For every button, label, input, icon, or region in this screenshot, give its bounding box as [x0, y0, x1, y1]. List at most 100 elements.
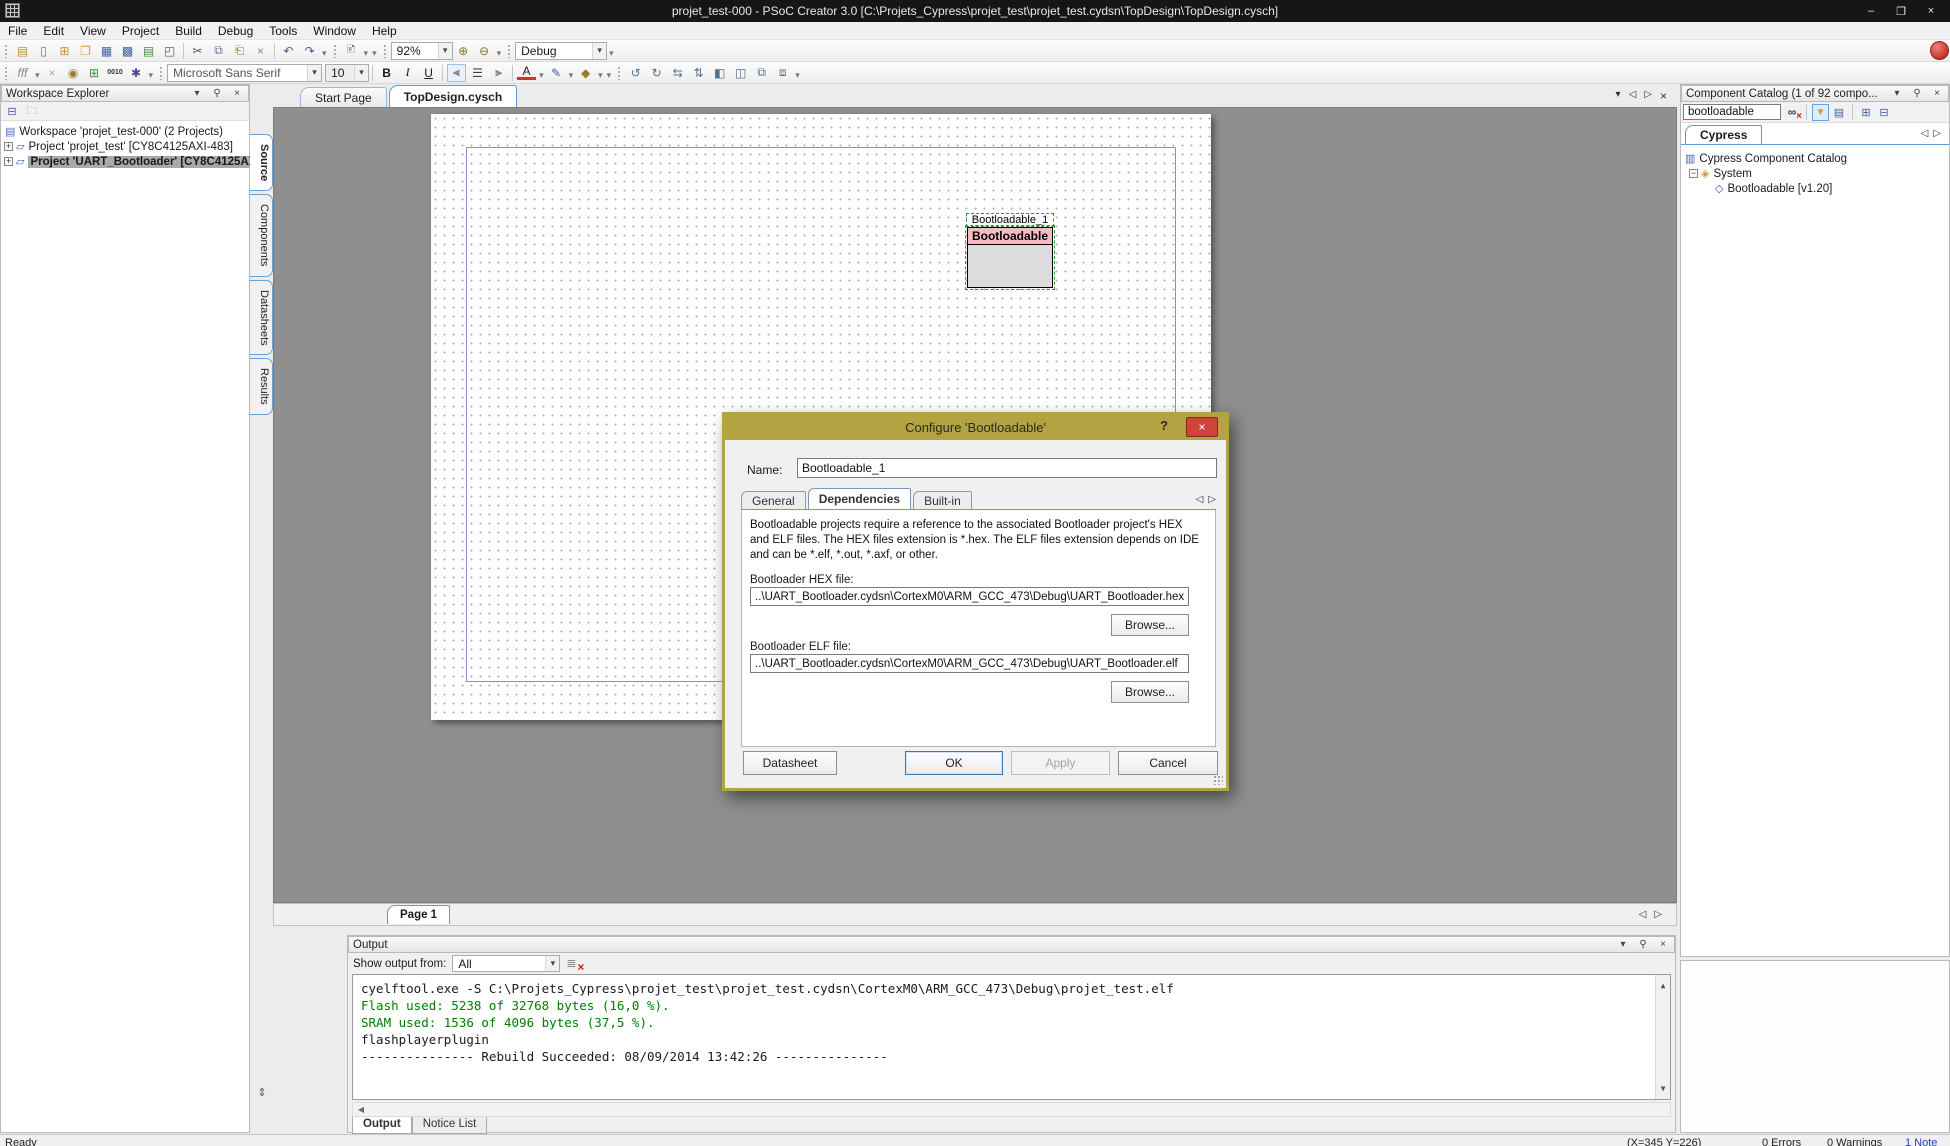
underline-icon[interactable]: U — [419, 64, 438, 82]
tree-row-project-projet-test[interactable]: + ▱ Project 'projet_test' [CY8C4125AXI-4… — [1, 139, 249, 154]
pin-icon[interactable]: ⚲ — [1636, 939, 1650, 950]
clear-search-icon[interactable]: ∞ — [1783, 105, 1801, 119]
menu-help[interactable]: Help — [364, 24, 405, 38]
tab-scroll-left-icon[interactable]: ◁ — [1196, 494, 1204, 505]
dialog-title-bar[interactable]: Configure 'Bootloadable' ? × — [725, 415, 1226, 440]
chevron-down-icon[interactable]: ▾ — [545, 956, 559, 971]
notice-icon[interactable] — [1930, 41, 1949, 60]
scroll-left-icon[interactable]: ◁ — [1639, 909, 1647, 920]
scroll-right-icon[interactable]: ▷ — [1644, 89, 1652, 103]
chevron-down-icon[interactable]: ▾ — [438, 43, 452, 59]
bring-to-front-icon[interactable]: ⧉ — [752, 64, 771, 82]
tab-datasheets[interactable]: Datasheets — [250, 280, 273, 356]
save-all-icon[interactable]: ▩ — [118, 42, 137, 60]
toolbar-drag-handle[interactable] — [333, 44, 337, 58]
chevron-down-icon[interactable]: ▾ — [1616, 89, 1621, 103]
flip-vertical-icon[interactable]: ⇅ — [689, 64, 708, 82]
tab-scroll-left-icon[interactable]: ◁ — [1921, 128, 1929, 139]
font-color-icon[interactable]: A — [517, 65, 536, 80]
align-center-icon[interactable]: ☰ — [468, 64, 487, 82]
hex-file-field[interactable] — [750, 587, 1189, 606]
tab-results[interactable]: Results — [250, 358, 273, 415]
expand-icon[interactable]: + — [4, 142, 13, 151]
collapse-icon[interactable]: − — [1689, 169, 1698, 178]
zoom-in-icon[interactable]: ⊕ — [454, 42, 473, 60]
filter-icon[interactable]: ▼ — [1812, 104, 1829, 121]
tab-scroll-right-icon[interactable]: ▷ — [1208, 494, 1216, 505]
cut-icon[interactable]: ✂ — [188, 42, 207, 60]
pin-icon[interactable]: ⚲ — [1910, 88, 1924, 99]
close-icon[interactable]: × — [1656, 939, 1670, 950]
scroll-right-icon[interactable]: ▷ — [1654, 909, 1662, 920]
build-config-combo[interactable]: Debug ▾ — [515, 42, 607, 60]
toolbar-drag-handle[interactable] — [383, 44, 387, 58]
add-to-project-icon[interactable]: ⊞ — [55, 42, 74, 60]
minimize-button[interactable]: – — [1856, 0, 1886, 22]
menu-window[interactable]: Window — [305, 24, 364, 38]
menu-tools[interactable]: Tools — [261, 24, 305, 38]
tree-row-project-uart-bootloader[interactable]: + ▱ Project 'UART_Bootloader' [CY8C4125A… — [1, 154, 249, 169]
toolbar-overflow-icon[interactable]: ▾ — [372, 48, 377, 59]
toolbar-drag-handle[interactable] — [4, 44, 8, 58]
toolbar-drag-handle[interactable] — [4, 66, 8, 80]
tab-start-page[interactable]: Start Page — [300, 87, 387, 107]
add-sheet-icon[interactable]: ⊞ — [85, 64, 104, 82]
open-icon[interactable]: ❒ — [76, 42, 95, 60]
tab-built-in[interactable]: Built-in — [913, 491, 972, 509]
toolbar-overflow-icon[interactable]: ▾ — [795, 70, 800, 81]
toolbar-overflow-icon[interactable]: ▾ — [607, 70, 612, 81]
chevron-down-icon[interactable]: ▾ — [35, 70, 40, 81]
new-file-icon[interactable]: ▯ — [34, 42, 53, 60]
chevron-down-icon[interactable]: ▾ — [539, 70, 544, 81]
stamp-icon[interactable]: ◉ — [64, 64, 83, 82]
generate-dropdown-icon[interactable]: ▾ — [364, 48, 369, 59]
bits-icon[interactable]: 0010 — [106, 64, 125, 82]
print-preview-icon[interactable]: ◰ — [160, 42, 179, 60]
browse-elf-button[interactable]: Browse... — [1111, 681, 1189, 703]
toolbar-drag-handle[interactable] — [159, 66, 163, 80]
close-button[interactable]: × — [1916, 0, 1946, 22]
redo-icon[interactable]: ↷ — [300, 42, 319, 60]
tree-row-workspace[interactable]: ▤ Workspace 'projet_test-000' (2 Project… — [1, 124, 249, 139]
catalog-search-input[interactable] — [1683, 104, 1781, 120]
tree-row-bootloadable[interactable]: ◇ Bootloadable [v1.20] — [1681, 181, 1949, 196]
font-name-combo[interactable]: Microsoft Sans Serif ▾ — [167, 64, 322, 82]
chevron-down-icon[interactable]: ▾ — [598, 70, 603, 81]
show-folders-icon[interactable]: 🗀 — [24, 104, 40, 119]
close-icon[interactable]: × — [230, 88, 244, 99]
expand-icon[interactable]: + — [4, 157, 13, 166]
close-icon[interactable]: × — [1930, 88, 1944, 99]
tree-row-system[interactable]: − ◈ System — [1681, 166, 1949, 181]
toolbar-drag-handle[interactable] — [617, 66, 621, 80]
ok-button[interactable]: OK — [905, 751, 1003, 775]
chevron-down-icon[interactable]: ▾ — [190, 88, 204, 99]
menu-project[interactable]: Project — [114, 24, 167, 38]
toolbar-overflow-icon[interactable]: ▾ — [322, 48, 327, 59]
cancel-button[interactable]: Cancel — [1118, 751, 1218, 775]
clear-output-icon[interactable]: ≣ — [566, 956, 584, 972]
toolbar-drag-handle[interactable] — [507, 44, 511, 58]
menu-build[interactable]: Build — [167, 24, 210, 38]
name-field[interactable] — [797, 458, 1217, 478]
chevron-down-icon[interactable]: ▾ — [1616, 939, 1630, 950]
new-project-icon[interactable]: ▤ — [13, 42, 32, 60]
undo-icon[interactable]: ↶ — [279, 42, 298, 60]
line-color-icon[interactable]: ✎ — [547, 64, 566, 82]
collapse-all-icon[interactable]: ⊟ — [4, 104, 20, 119]
copy-icon[interactable]: ⧉ — [209, 42, 228, 60]
tab-source[interactable]: Source — [250, 134, 273, 191]
font-size-combo[interactable]: 10 ▾ — [325, 64, 369, 82]
horizontal-scrollbar[interactable]: ◀ — [352, 1102, 1671, 1117]
tab-dependencies[interactable]: Dependencies — [808, 488, 911, 509]
expand-all-icon[interactable]: ⊞ — [1858, 105, 1874, 120]
chevron-down-icon[interactable]: ▾ — [307, 65, 321, 81]
zoom-out-icon[interactable]: ⊖ — [475, 42, 494, 60]
scroll-up-icon[interactable]: ▲ — [1656, 975, 1670, 994]
align-right-icon[interactable]: ⫸ — [489, 64, 508, 82]
browse-hex-button[interactable]: Browse... — [1111, 614, 1189, 636]
help-icon[interactable]: ? — [1154, 418, 1174, 436]
scroll-down-icon[interactable]: ▼ — [1656, 1080, 1670, 1097]
menu-edit[interactable]: Edit — [35, 24, 72, 38]
toolbar-overflow-icon[interactable]: ▾ — [609, 48, 614, 59]
elf-file-field[interactable] — [750, 654, 1189, 673]
